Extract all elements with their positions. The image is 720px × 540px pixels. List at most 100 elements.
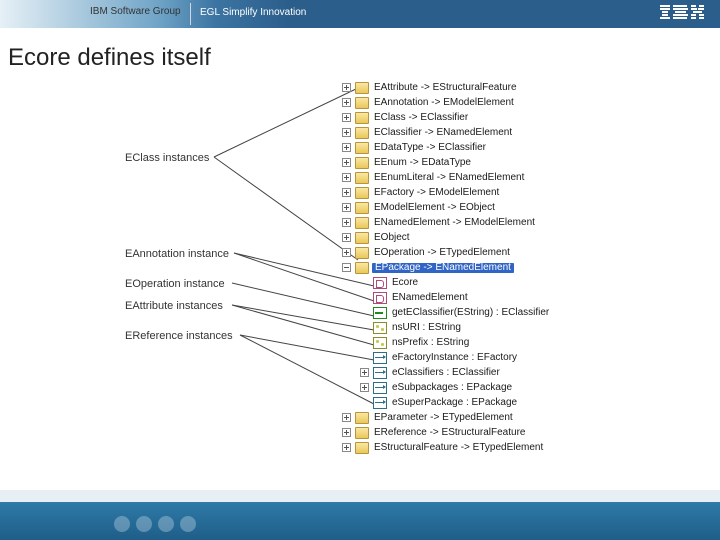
ecore-tree: EAttribute -> EStructuralFeature EAnnotat… bbox=[342, 80, 549, 455]
tree-row-label: EParameter -> ETypedElement bbox=[372, 413, 513, 423]
class-icon bbox=[355, 262, 369, 274]
tree-row-label: EOperation -> ETypedElement bbox=[372, 248, 510, 258]
expand-icon[interactable] bbox=[342, 203, 351, 212]
tree-row-label: Ecore bbox=[390, 278, 418, 288]
ibm-logo-icon bbox=[660, 5, 704, 26]
class-icon bbox=[355, 442, 369, 454]
tree-row-label: EAnnotation -> EModelElement bbox=[372, 98, 514, 108]
expand-icon[interactable] bbox=[342, 143, 351, 152]
tree-row[interactable]: EObject bbox=[342, 230, 549, 245]
header-tagline: EGL Simplify Innovation bbox=[200, 7, 306, 18]
attr-icon bbox=[373, 337, 387, 349]
label-eoperation-instance: EOperation instance bbox=[125, 278, 225, 290]
ann-icon bbox=[373, 277, 387, 289]
class-icon bbox=[355, 142, 369, 154]
tree-row[interactable]: getEClassifier(EString) : EClassifier bbox=[342, 305, 549, 320]
tree-row[interactable]: EPackage -> ENamedElement bbox=[342, 260, 549, 275]
class-icon bbox=[355, 82, 369, 94]
class-icon bbox=[355, 127, 369, 139]
expand-icon[interactable] bbox=[342, 413, 351, 422]
expand-icon[interactable] bbox=[342, 188, 351, 197]
page-title: Ecore defines itself bbox=[8, 44, 211, 72]
tree-row[interactable]: EAttribute -> EStructuralFeature bbox=[342, 80, 549, 95]
tree-row[interactable]: ENamedElement -> EModelElement bbox=[342, 215, 549, 230]
tree-row[interactable]: eSuperPackage : EPackage bbox=[342, 395, 549, 410]
class-icon bbox=[355, 232, 369, 244]
tree-row[interactable]: EClassifier -> ENamedElement bbox=[342, 125, 549, 140]
expand-icon[interactable] bbox=[360, 383, 369, 392]
tree-row[interactable]: EModelElement -> EObject bbox=[342, 200, 549, 215]
tree-row-label: EReference -> EStructuralFeature bbox=[372, 428, 525, 438]
tree-row[interactable]: EFactory -> EModelElement bbox=[342, 185, 549, 200]
tree-row[interactable]: eFactoryInstance : EFactory bbox=[342, 350, 549, 365]
expand-icon[interactable] bbox=[342, 128, 351, 137]
tree-row-label: EPackage -> ENamedElement bbox=[372, 263, 514, 273]
tree-row[interactable]: ENamedElement bbox=[342, 290, 549, 305]
class-icon bbox=[355, 172, 369, 184]
class-icon bbox=[355, 247, 369, 259]
tree-row-label: EAttribute -> EStructuralFeature bbox=[372, 83, 517, 93]
expand-icon[interactable] bbox=[360, 368, 369, 377]
ref-icon bbox=[373, 397, 387, 409]
attr-icon bbox=[373, 322, 387, 334]
tree-row[interactable]: EDataType -> EClassifier bbox=[342, 140, 549, 155]
class-icon bbox=[355, 157, 369, 169]
slide: IBM Software Group EGL Simplify Innovati… bbox=[0, 0, 720, 540]
tree-row[interactable]: EEnumLiteral -> ENamedElement bbox=[342, 170, 549, 185]
label-ereference-instances: EReference instances bbox=[125, 330, 233, 342]
expand-icon[interactable] bbox=[342, 98, 351, 107]
ann-icon bbox=[373, 292, 387, 304]
expand-icon[interactable] bbox=[342, 248, 351, 257]
collapse-icon[interactable] bbox=[342, 263, 351, 272]
tree-row[interactable]: eSubpackages : EPackage bbox=[342, 380, 549, 395]
tree-row-label: EDataType -> EClassifier bbox=[372, 143, 486, 153]
class-icon bbox=[355, 202, 369, 214]
ref-icon bbox=[373, 367, 387, 379]
tree-row-label: nsURI : EString bbox=[390, 323, 461, 333]
class-icon bbox=[355, 112, 369, 124]
footer-light-band bbox=[0, 490, 720, 502]
tree-row-label: nsPrefix : EString bbox=[390, 338, 469, 348]
class-icon bbox=[355, 427, 369, 439]
expand-icon[interactable] bbox=[342, 113, 351, 122]
label-eclass-instances: EClass instances bbox=[125, 152, 209, 164]
tree-row[interactable]: EStructuralFeature -> ETypedElement bbox=[342, 440, 549, 455]
ref-icon bbox=[373, 352, 387, 364]
header-group-label: IBM Software Group bbox=[90, 6, 181, 17]
tree-row[interactable]: EEnum -> EDataType bbox=[342, 155, 549, 170]
class-icon bbox=[355, 97, 369, 109]
tree-row-label: EEnum -> EDataType bbox=[372, 158, 471, 168]
tree-row-label: ENamedElement bbox=[390, 293, 468, 303]
expand-icon[interactable] bbox=[342, 173, 351, 182]
tree-row[interactable]: eClassifiers : EClassifier bbox=[342, 365, 549, 380]
expand-icon[interactable] bbox=[342, 233, 351, 242]
tree-row-label: EClass -> EClassifier bbox=[372, 113, 468, 123]
tree-row-label: EClassifier -> ENamedElement bbox=[372, 128, 512, 138]
class-icon bbox=[355, 217, 369, 229]
tree-row[interactable]: EParameter -> ETypedElement bbox=[342, 410, 549, 425]
tree-row[interactable]: EAnnotation -> EModelElement bbox=[342, 95, 549, 110]
tree-row-label: EStructuralFeature -> ETypedElement bbox=[372, 443, 543, 453]
footer-bar bbox=[0, 502, 720, 540]
tree-row[interactable]: nsPrefix : EString bbox=[342, 335, 549, 350]
expand-icon[interactable] bbox=[342, 218, 351, 227]
tree-row-label: EEnumLiteral -> ENamedElement bbox=[372, 173, 524, 183]
ref-icon bbox=[373, 382, 387, 394]
tree-row[interactable]: Ecore bbox=[342, 275, 549, 290]
tree-row-label: EObject bbox=[372, 233, 410, 243]
tree-row-label: eClassifiers : EClassifier bbox=[390, 368, 500, 378]
tree-row-label: EModelElement -> EObject bbox=[372, 203, 495, 213]
tree-row[interactable]: EOperation -> ETypedElement bbox=[342, 245, 549, 260]
tree-row[interactable]: nsURI : EString bbox=[342, 320, 549, 335]
tree-row-label: eSubpackages : EPackage bbox=[390, 383, 512, 393]
tree-row-label: EFactory -> EModelElement bbox=[372, 188, 499, 198]
expand-icon[interactable] bbox=[342, 428, 351, 437]
expand-icon[interactable] bbox=[342, 443, 351, 452]
tree-row[interactable]: EReference -> EStructuralFeature bbox=[342, 425, 549, 440]
tree-row-label: getEClassifier(EString) : EClassifier bbox=[390, 308, 549, 318]
expand-icon[interactable] bbox=[342, 158, 351, 167]
tree-row[interactable]: EClass -> EClassifier bbox=[342, 110, 549, 125]
label-eannotation-instance: EAnnotation instance bbox=[125, 248, 229, 260]
expand-icon[interactable] bbox=[342, 83, 351, 92]
tree-row-label: eSuperPackage : EPackage bbox=[390, 398, 517, 408]
